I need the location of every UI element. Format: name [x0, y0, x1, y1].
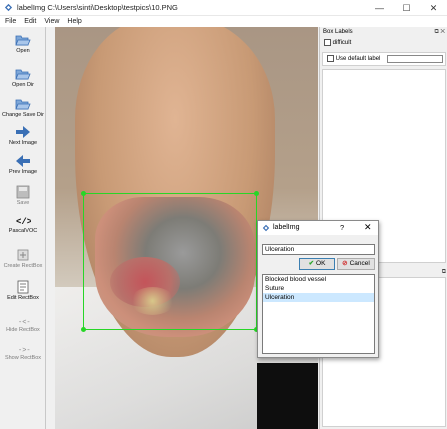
- folder-open-icon: [15, 35, 31, 46]
- edit-rectbox-label: Edit RectBox: [7, 295, 39, 301]
- pascalvoc-label: PascalVOC: [8, 228, 38, 234]
- bounding-box[interactable]: [81, 191, 259, 332]
- open-button[interactable]: Open: [0, 33, 46, 55]
- pascalvoc-button[interactable]: </> PascalVOC: [0, 215, 46, 235]
- check-icon: ✔: [308, 260, 315, 267]
- close-button[interactable]: ✕: [420, 0, 447, 16]
- window-title: labelImg C:\Users\sinti\Desktop\testpics…: [17, 3, 178, 12]
- change-save-dir-label: Change Save Dir: [2, 112, 44, 118]
- svg-text:-<-: -<-: [18, 319, 30, 326]
- app-icon: [262, 224, 270, 232]
- cancel-icon: ⊘: [342, 260, 348, 267]
- label-choice-list: Blocked blood vessel Suture Ulceration: [262, 274, 375, 354]
- open-label: Open: [16, 48, 30, 54]
- save-label: Save: [16, 200, 30, 206]
- prev-image-label: Prev Image: [8, 169, 38, 175]
- code-icon: </>: [16, 217, 31, 227]
- dialog-title-bar: labelImg ? ✕: [258, 221, 378, 235]
- difficult-label: difficult: [332, 40, 352, 47]
- difficult-checkbox[interactable]: [324, 39, 331, 46]
- dialog-title: labelImg: [273, 224, 300, 231]
- menu-help[interactable]: Help: [67, 18, 81, 25]
- folder-open-icon: [15, 99, 31, 110]
- maximize-button[interactable]: ☐: [393, 0, 420, 16]
- menu-bar: File Edit View Help: [0, 16, 447, 27]
- menu-file[interactable]: File: [5, 18, 16, 25]
- svg-text:</>: </>: [16, 217, 31, 227]
- use-default-label: Use default label: [335, 56, 381, 62]
- next-image-label: Next Image: [8, 140, 38, 146]
- save-button[interactable]: Save: [0, 185, 46, 207]
- bbox-handle-bottom-left[interactable]: [81, 327, 86, 332]
- list-item[interactable]: Suture: [263, 284, 374, 293]
- edit-rectbox-button[interactable]: Edit RectBox: [0, 280, 46, 302]
- prev-image-button[interactable]: Prev Image: [0, 154, 46, 176]
- bbox-handle-top-right[interactable]: [254, 191, 259, 196]
- create-rect-icon: [17, 249, 29, 261]
- toolbar: Open Open Dir Change Save Dir Next Image…: [0, 27, 46, 429]
- svg-text:->-: ->-: [18, 347, 30, 354]
- help-button[interactable]: ?: [340, 223, 344, 232]
- show-icon: ->-: [18, 347, 30, 354]
- label-dialog: labelImg ? ✕ Ulceration ✔ OK ⊘ Cancel Bloc…: [257, 220, 379, 358]
- title-bar: labelImg C:\Users\sinti\Desktop\testpics…: [0, 0, 447, 16]
- menu-view[interactable]: View: [44, 18, 59, 25]
- dock-title: Box Labels: [320, 27, 447, 37]
- file-dock-controls[interactable]: ⧉: [442, 267, 446, 277]
- menu-edit[interactable]: Edit: [24, 18, 36, 25]
- dialog-close-button[interactable]: ✕: [364, 222, 372, 233]
- ok-button[interactable]: ✔ OK: [299, 258, 335, 270]
- cancel-button[interactable]: ⊘ Cancel: [337, 258, 375, 270]
- hide-rectbox-button[interactable]: -<- Hide RectBox: [0, 317, 46, 334]
- create-rectbox-label: Create RectBox: [3, 263, 43, 269]
- show-rectbox-button[interactable]: ->- Show RectBox: [0, 345, 46, 362]
- next-image-button[interactable]: Next Image: [0, 125, 46, 147]
- use-default-checkbox[interactable]: [327, 54, 334, 62]
- bbox-handle-top-left[interactable]: [81, 191, 86, 196]
- arrow-right-icon: [16, 126, 30, 138]
- app-icon: [4, 3, 13, 12]
- dock-controls[interactable]: ⧉ ✕: [434, 27, 445, 37]
- default-label-row: Use default label: [322, 52, 446, 66]
- open-dir-label: Open Dir: [11, 82, 34, 88]
- difficult-row: difficult: [324, 39, 351, 46]
- label-input[interactable]: Ulceration: [262, 244, 375, 255]
- default-label-input[interactable]: [387, 55, 443, 63]
- minimize-button[interactable]: —: [366, 0, 393, 16]
- cancel-label: Cancel: [349, 260, 370, 267]
- open-dir-button[interactable]: Open Dir: [0, 67, 46, 89]
- ok-label: OK: [316, 260, 326, 267]
- list-item[interactable]: Blocked blood vessel: [263, 275, 374, 284]
- folder-open-icon: [15, 69, 31, 80]
- list-item[interactable]: Ulceration: [263, 293, 374, 302]
- save-icon: [16, 185, 30, 199]
- change-save-dir-button[interactable]: Change Save Dir: [0, 97, 46, 119]
- edit-rect-icon: [17, 280, 29, 294]
- hide-rectbox-label: Hide RectBox: [6, 327, 40, 333]
- show-rectbox-label: Show RectBox: [4, 355, 42, 361]
- create-rectbox-button[interactable]: Create RectBox: [0, 248, 46, 270]
- hide-icon: -<-: [18, 319, 30, 326]
- arrow-left-icon: [16, 155, 30, 167]
